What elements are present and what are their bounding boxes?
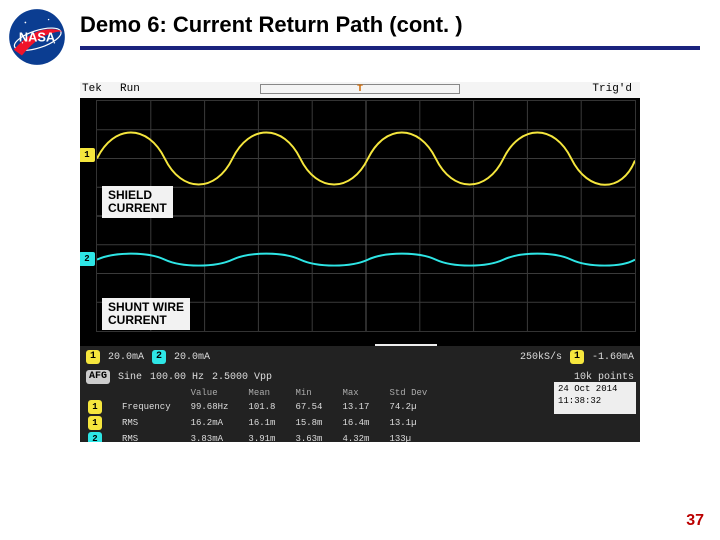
afg-freq: 100.00 Hz xyxy=(150,372,204,383)
ch2-badge: 2 xyxy=(152,350,166,364)
status-row-afg: AFG Sine 100.00 Hz 2.5000 Vpp 10k points xyxy=(86,368,634,386)
svg-text:NASA: NASA xyxy=(19,30,55,45)
table-row: 2 RMS 3.83mA 3.91m 3.63m 4.32m 133µ xyxy=(88,432,445,442)
afg-ampl: 2.5000 Vpp xyxy=(212,372,272,383)
trigger-marker-icon: T xyxy=(357,84,363,95)
measurement-table: Value Mean Min Max Std Dev 1 Frequency 9… xyxy=(86,386,447,442)
record-length: 10k points xyxy=(574,372,634,383)
timestamp-date: 24 Oct 2014 xyxy=(558,384,632,396)
page-number: 37 xyxy=(686,512,704,530)
oscilloscope-screenshot: Tek Run T Trig'd xyxy=(80,82,640,442)
afg-shape: Sine xyxy=(118,372,142,383)
trig-ch-badge: 1 xyxy=(570,350,584,364)
scope-topbar: Tek Run T Trig'd xyxy=(80,82,640,98)
afg-badge: AFG xyxy=(86,370,110,384)
scope-trig-state: Trig'd xyxy=(592,83,632,95)
scope-brand: Tek xyxy=(82,83,102,95)
slide: NASA Demo 6: Current Return Path (cont. … xyxy=(0,0,720,540)
timestamp-time: 11:38:32 xyxy=(558,396,632,408)
scope-run-state: Run xyxy=(120,83,140,95)
timestamp-box: 24 Oct 2014 11:38:32 xyxy=(554,382,636,414)
nasa-logo-icon: NASA xyxy=(8,8,66,66)
scope-status-area: 1 20.0mA 2 20.0mA 250kS/s 1 -1.60mA AFG … xyxy=(80,346,640,442)
trig-level: -1.60mA xyxy=(592,352,634,363)
label-shield-current: SHIELD CURRENT xyxy=(102,186,173,218)
table-row: 1 RMS 16.2mA 16.1m 15.8m 16.4m 13.1µ xyxy=(88,416,445,430)
slide-title: Demo 6: Current Return Path (cont. ) xyxy=(80,12,463,38)
ch2-ground-marker: 2 xyxy=(80,252,95,266)
status-row-channels: 1 20.0mA 2 20.0mA 250kS/s 1 -1.60mA xyxy=(86,348,634,366)
table-row: 1 Frequency 99.68Hz 101.8 67.54 13.17 74… xyxy=(88,400,445,414)
ch1-badge: 1 xyxy=(86,350,100,364)
ch1-ground-marker: 1 xyxy=(80,148,95,162)
ch1-scale: 20.0mA xyxy=(108,352,144,363)
ch2-scale: 20.0mA xyxy=(174,352,210,363)
title-rule xyxy=(80,46,700,50)
sample-rate: 250kS/s xyxy=(520,352,562,363)
label-shunt-wire-current: SHUNT WIRE CURRENT xyxy=(102,298,190,330)
